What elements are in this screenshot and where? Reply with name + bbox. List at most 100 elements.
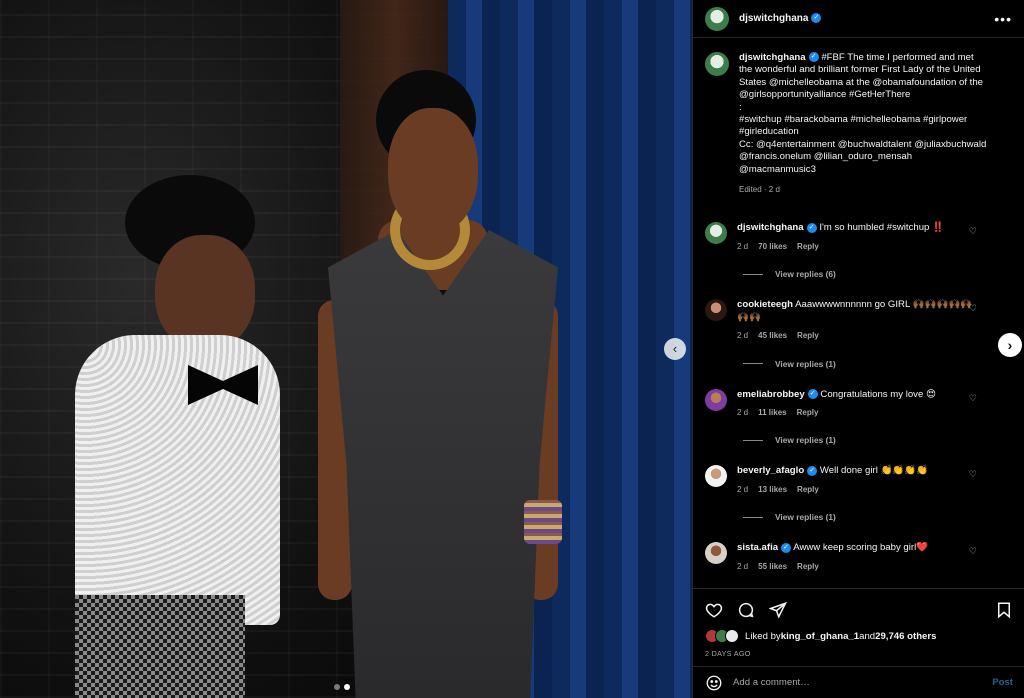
comment-avatar[interactable] (705, 388, 727, 411)
jumpsuit (328, 230, 558, 698)
comment-avatar[interactable] (705, 222, 727, 245)
likes-summary: Liked by king_of_ghana_1 and 29,746 othe… (705, 629, 1013, 643)
comment-avatar[interactable] (705, 299, 727, 322)
comment-avatar[interactable] (705, 465, 727, 488)
likes-prefix: Liked by (745, 630, 781, 642)
comment-likes[interactable]: 11 likes (758, 407, 786, 419)
post-photo[interactable]: ‹ (0, 0, 692, 698)
person-right (318, 70, 568, 698)
verified-badge-icon: ✓ (808, 52, 819, 63)
carousel-dot-active (344, 684, 350, 690)
comment-age: 2 d (737, 331, 749, 341)
comment-actions: 2 d 45 likes Reply (737, 330, 975, 342)
comment-text: Well done girl 👏👏👏👏 (819, 465, 929, 477)
next-post-button[interactable]: › (998, 333, 1022, 357)
reply-button[interactable]: Reply (797, 561, 819, 573)
comment-username[interactable]: emeliabrobbey (737, 389, 805, 400)
post-comment-button[interactable]: Post (992, 677, 1013, 688)
verified-badge-icon: ✓ (781, 542, 792, 553)
like-comment-heart-icon[interactable]: ♡ (969, 226, 977, 237)
likes-middle: and (859, 630, 876, 642)
reply-button[interactable]: Reply (797, 484, 819, 496)
reply-button[interactable]: Reply (797, 407, 819, 419)
comment-actions: 2 d 55 likes Reply (737, 561, 975, 573)
like-comment-heart-icon[interactable]: ♡ (969, 393, 977, 404)
emoji-icon[interactable] (705, 674, 723, 692)
person-left (70, 175, 285, 698)
carousel-dots (334, 684, 350, 690)
caption-meta: Edited · 2 d (739, 185, 780, 195)
more-options-icon[interactable]: ••• (994, 11, 1012, 27)
view-replies-button[interactable]: View replies (6) (743, 269, 1024, 279)
post-sidebar: djswitchghana ✓ ••• djswitchghana ✓ #FBF T… (692, 0, 1024, 698)
comment-text: Congratulations my love 😍 (820, 388, 936, 400)
comment-actions: 2 d 70 likes Reply (737, 241, 975, 253)
like-comment-heart-icon[interactable]: ♡ (969, 546, 977, 557)
comment: emeliabrobbey ✓ Congratulations my love 😍… (693, 388, 1024, 420)
like-comment-heart-icon[interactable]: ♡ (969, 469, 977, 480)
verified-badge-icon: ✓ (806, 222, 817, 233)
view-replies-button[interactable]: View replies (1) (743, 359, 1024, 369)
likes-count[interactable]: 29,746 others (875, 631, 936, 642)
comment: sista.afia ✓ Awww keep scoring baby girl❤… (693, 542, 1024, 573)
comment-icon[interactable] (737, 601, 755, 619)
post-caption: djswitchghana ✓ #FBF The time I performed… (693, 38, 1024, 196)
comment-text: I'm so humbled #switchup ‼️ (819, 222, 945, 234)
post-date[interactable]: 2 DAYS AGO (705, 649, 1013, 658)
verified-badge-icon: ✓ (807, 388, 818, 399)
comment-actions: 2 d 11 likes Reply (737, 407, 975, 419)
face (388, 108, 478, 233)
reply-button[interactable]: Reply (797, 241, 819, 253)
comment-likes[interactable]: 70 likes (758, 241, 787, 253)
view-replies-label[interactable]: View replies (6) (775, 269, 836, 279)
verified-badge-icon: ✓ (811, 13, 822, 24)
comment-likes[interactable]: 13 likes (758, 484, 787, 496)
post-action-bar: Liked by king_of_ghana_1 and 29,746 othe… (693, 588, 1024, 658)
caption-line: : (739, 101, 742, 113)
carousel-prev-button[interactable]: ‹ (664, 338, 686, 360)
view-replies-label[interactable]: View replies (1) (775, 359, 836, 369)
add-comment-bar: Post (693, 666, 1024, 698)
replies-divider (743, 516, 763, 518)
replies-divider (743, 439, 763, 441)
houndstooth-pants (75, 595, 245, 698)
caption-username[interactable]: djswitchghana (739, 52, 806, 63)
view-replies-button[interactable]: View replies (1) (743, 512, 1024, 522)
comment-age: 2 d (737, 241, 749, 251)
replies-divider (743, 363, 763, 364)
replies-divider (743, 273, 763, 275)
view-replies-label[interactable]: View replies (1) (775, 512, 836, 522)
bookmark-icon[interactable] (995, 601, 1013, 619)
comment-likes[interactable]: 55 likes (758, 561, 787, 573)
caption-line: Cc: @q4entertainment @buchwaldtalent @ju… (739, 138, 987, 175)
comment-input[interactable] (733, 677, 993, 688)
comment-username[interactable]: djswitchghana (737, 222, 804, 233)
liker-avatars (705, 629, 739, 643)
comment-age: 2 d (737, 407, 749, 417)
comment-avatar[interactable] (705, 542, 727, 565)
share-icon[interactable] (769, 601, 787, 619)
comment-username[interactable]: beverly_afaglo (737, 465, 804, 476)
view-replies-label[interactable]: View replies (1) (775, 435, 836, 445)
author-username-text[interactable]: djswitchghana (739, 13, 808, 24)
like-heart-icon[interactable] (705, 601, 723, 619)
comment-age: 2 d (737, 484, 749, 494)
author-avatar[interactable] (705, 6, 729, 31)
caption-line: #switchup #barackobama #michelleobama #g… (739, 114, 968, 138)
face (155, 235, 255, 350)
bangles (524, 500, 562, 544)
carousel-dot (334, 684, 340, 690)
comment-username[interactable]: sista.afia (737, 542, 778, 553)
verified-badge-icon: ✓ (807, 465, 818, 476)
comment-likes[interactable]: 45 likes (758, 330, 787, 342)
comment: djswitchghana ✓ I'm so humbled #switchup … (693, 222, 1024, 253)
caption-avatar[interactable] (705, 52, 729, 76)
reply-button[interactable]: Reply (797, 330, 819, 342)
comment: beverly_afaglo ✓ Well done girl 👏👏👏👏 2 d … (693, 465, 1024, 496)
view-replies-button[interactable]: View replies (1) (743, 435, 1024, 445)
comment-username[interactable]: cookieteegh (737, 299, 793, 310)
comments-scroll[interactable]: djswitchghana ✓ #FBF The time I performed… (693, 38, 1024, 588)
liker-username[interactable]: king_of_ghana_1 (781, 631, 859, 642)
like-comment-heart-icon[interactable]: ♡ (969, 303, 977, 314)
author-username[interactable]: djswitchghana ✓ (739, 13, 822, 24)
